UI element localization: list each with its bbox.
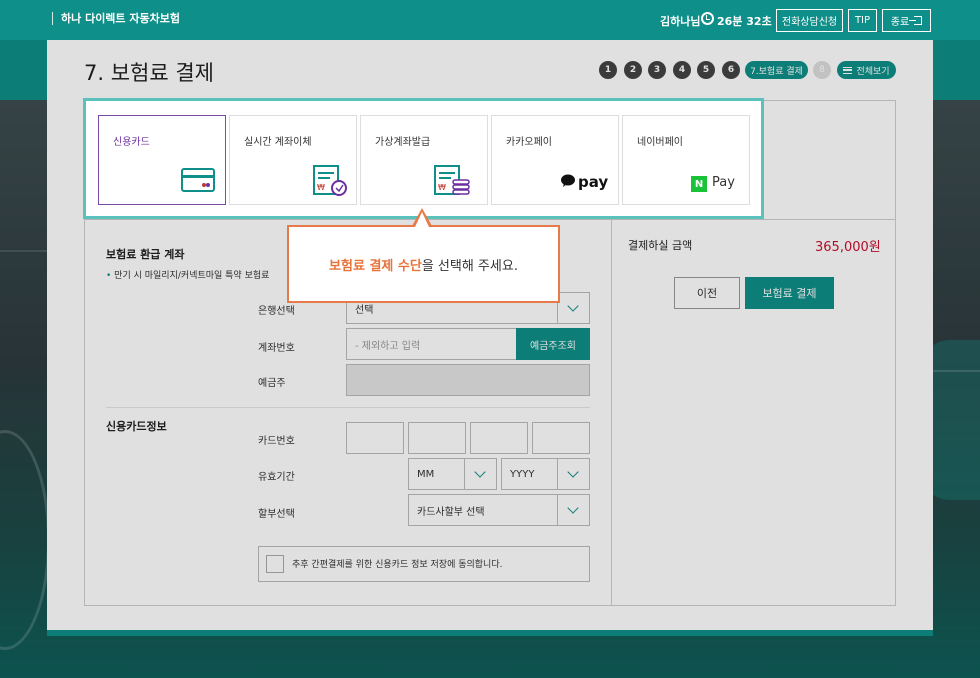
method-label: 신용카드 (113, 137, 150, 148)
payment-method-group: 신용카드 실시간 계좌이체 ₩ 가상계좌발급 ₩ 카카오페이 pay 네이버페이… (83, 98, 764, 219)
method-realtime-transfer[interactable]: 실시간 계좌이체 ₩ (229, 115, 357, 205)
session-timer: 26분 32초 (717, 15, 772, 28)
method-label: 카카오페이 (506, 137, 552, 148)
kakaopay-logo: pay (578, 173, 609, 191)
method-label: 네이버페이 (637, 137, 683, 148)
credit-card-icon (181, 168, 215, 192)
naverpay-text: Pay (712, 175, 735, 190)
phone-consult-button[interactable]: 전화상담신청 (776, 9, 843, 32)
method-naverpay[interactable]: 네이버페이 N Pay (622, 115, 750, 205)
method-label: 가상계좌발급 (375, 137, 431, 148)
user-name: 김하나님 (660, 15, 701, 28)
top-bar: 하나 다이렉트 자동차보험 김하나님 26분 32초 전화상담신청 TIP 종료 (0, 0, 980, 40)
svg-text:₩: ₩ (317, 183, 325, 192)
method-credit-card[interactable]: 신용카드 (98, 115, 226, 205)
method-virtual-account[interactable]: 가상계좌발급 ₩ (360, 115, 488, 205)
clock-icon (701, 12, 714, 25)
naverpay-logo: N (691, 176, 707, 192)
method-label: 실시간 계좌이체 (244, 137, 312, 148)
brand-title: 하나 다이렉트 자동차보험 (52, 12, 180, 25)
virtual-account-icon: ₩ (434, 165, 470, 195)
exit-label: 종료 (890, 17, 910, 28)
tip-button[interactable]: TIP (848, 9, 877, 32)
method-kakaopay[interactable]: 카카오페이 pay (491, 115, 619, 205)
kakaopay-speech-icon (561, 174, 575, 187)
logout-icon (909, 16, 923, 25)
instruction-tooltip: 보험료 결제 수단 을 선택해 주세요. (287, 225, 560, 303)
tooltip-text: 을 선택해 주세요. (421, 258, 518, 274)
exit-button[interactable]: 종료 (882, 9, 931, 32)
tooltip-highlight: 보험료 결제 수단 (329, 258, 422, 274)
svg-text:₩: ₩ (438, 183, 446, 192)
transfer-icon: ₩ (313, 165, 347, 196)
